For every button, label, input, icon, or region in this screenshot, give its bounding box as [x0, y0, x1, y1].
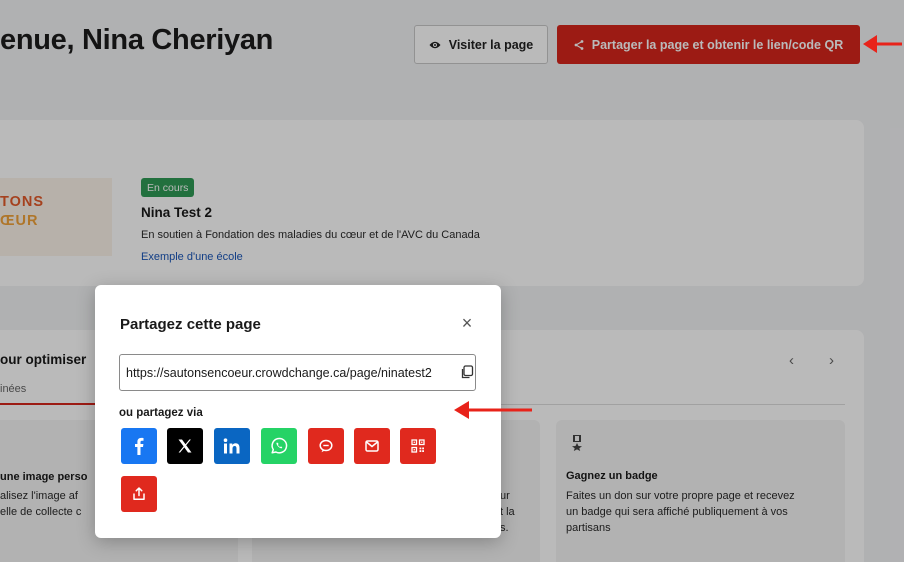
- linkedin-share-button[interactable]: [214, 428, 250, 464]
- close-icon[interactable]: ×: [459, 314, 475, 332]
- annotation-arrow-modal: [454, 401, 532, 419]
- share-more-button[interactable]: [121, 476, 157, 512]
- whatsapp-icon: [271, 437, 288, 454]
- chat-icon: [319, 439, 333, 453]
- modal-title: Partagez cette page: [120, 316, 261, 333]
- messenger-share-button[interactable]: [308, 428, 344, 464]
- whatsapp-share-button[interactable]: [261, 428, 297, 464]
- share-out-icon: [133, 487, 145, 501]
- annotation-arrow-top: [863, 35, 902, 53]
- mail-icon: [365, 440, 379, 452]
- x-icon: [178, 439, 192, 453]
- qr-code-icon: [411, 439, 425, 453]
- qr-code-share-button[interactable]: [400, 428, 436, 464]
- linkedin-icon: [223, 438, 240, 454]
- facebook-share-button[interactable]: [121, 428, 157, 464]
- email-share-button[interactable]: [354, 428, 390, 464]
- share-link-field[interactable]: https://sautonsencoeur.crowdchange.ca/pa…: [119, 354, 476, 391]
- facebook-icon: [135, 437, 144, 455]
- copy-icon[interactable]: [460, 365, 474, 379]
- x-share-button[interactable]: [167, 428, 203, 464]
- share-modal: Partagez cette page × https://sautonsenc…: [95, 285, 501, 538]
- share-via-label: ou partagez via: [119, 407, 203, 419]
